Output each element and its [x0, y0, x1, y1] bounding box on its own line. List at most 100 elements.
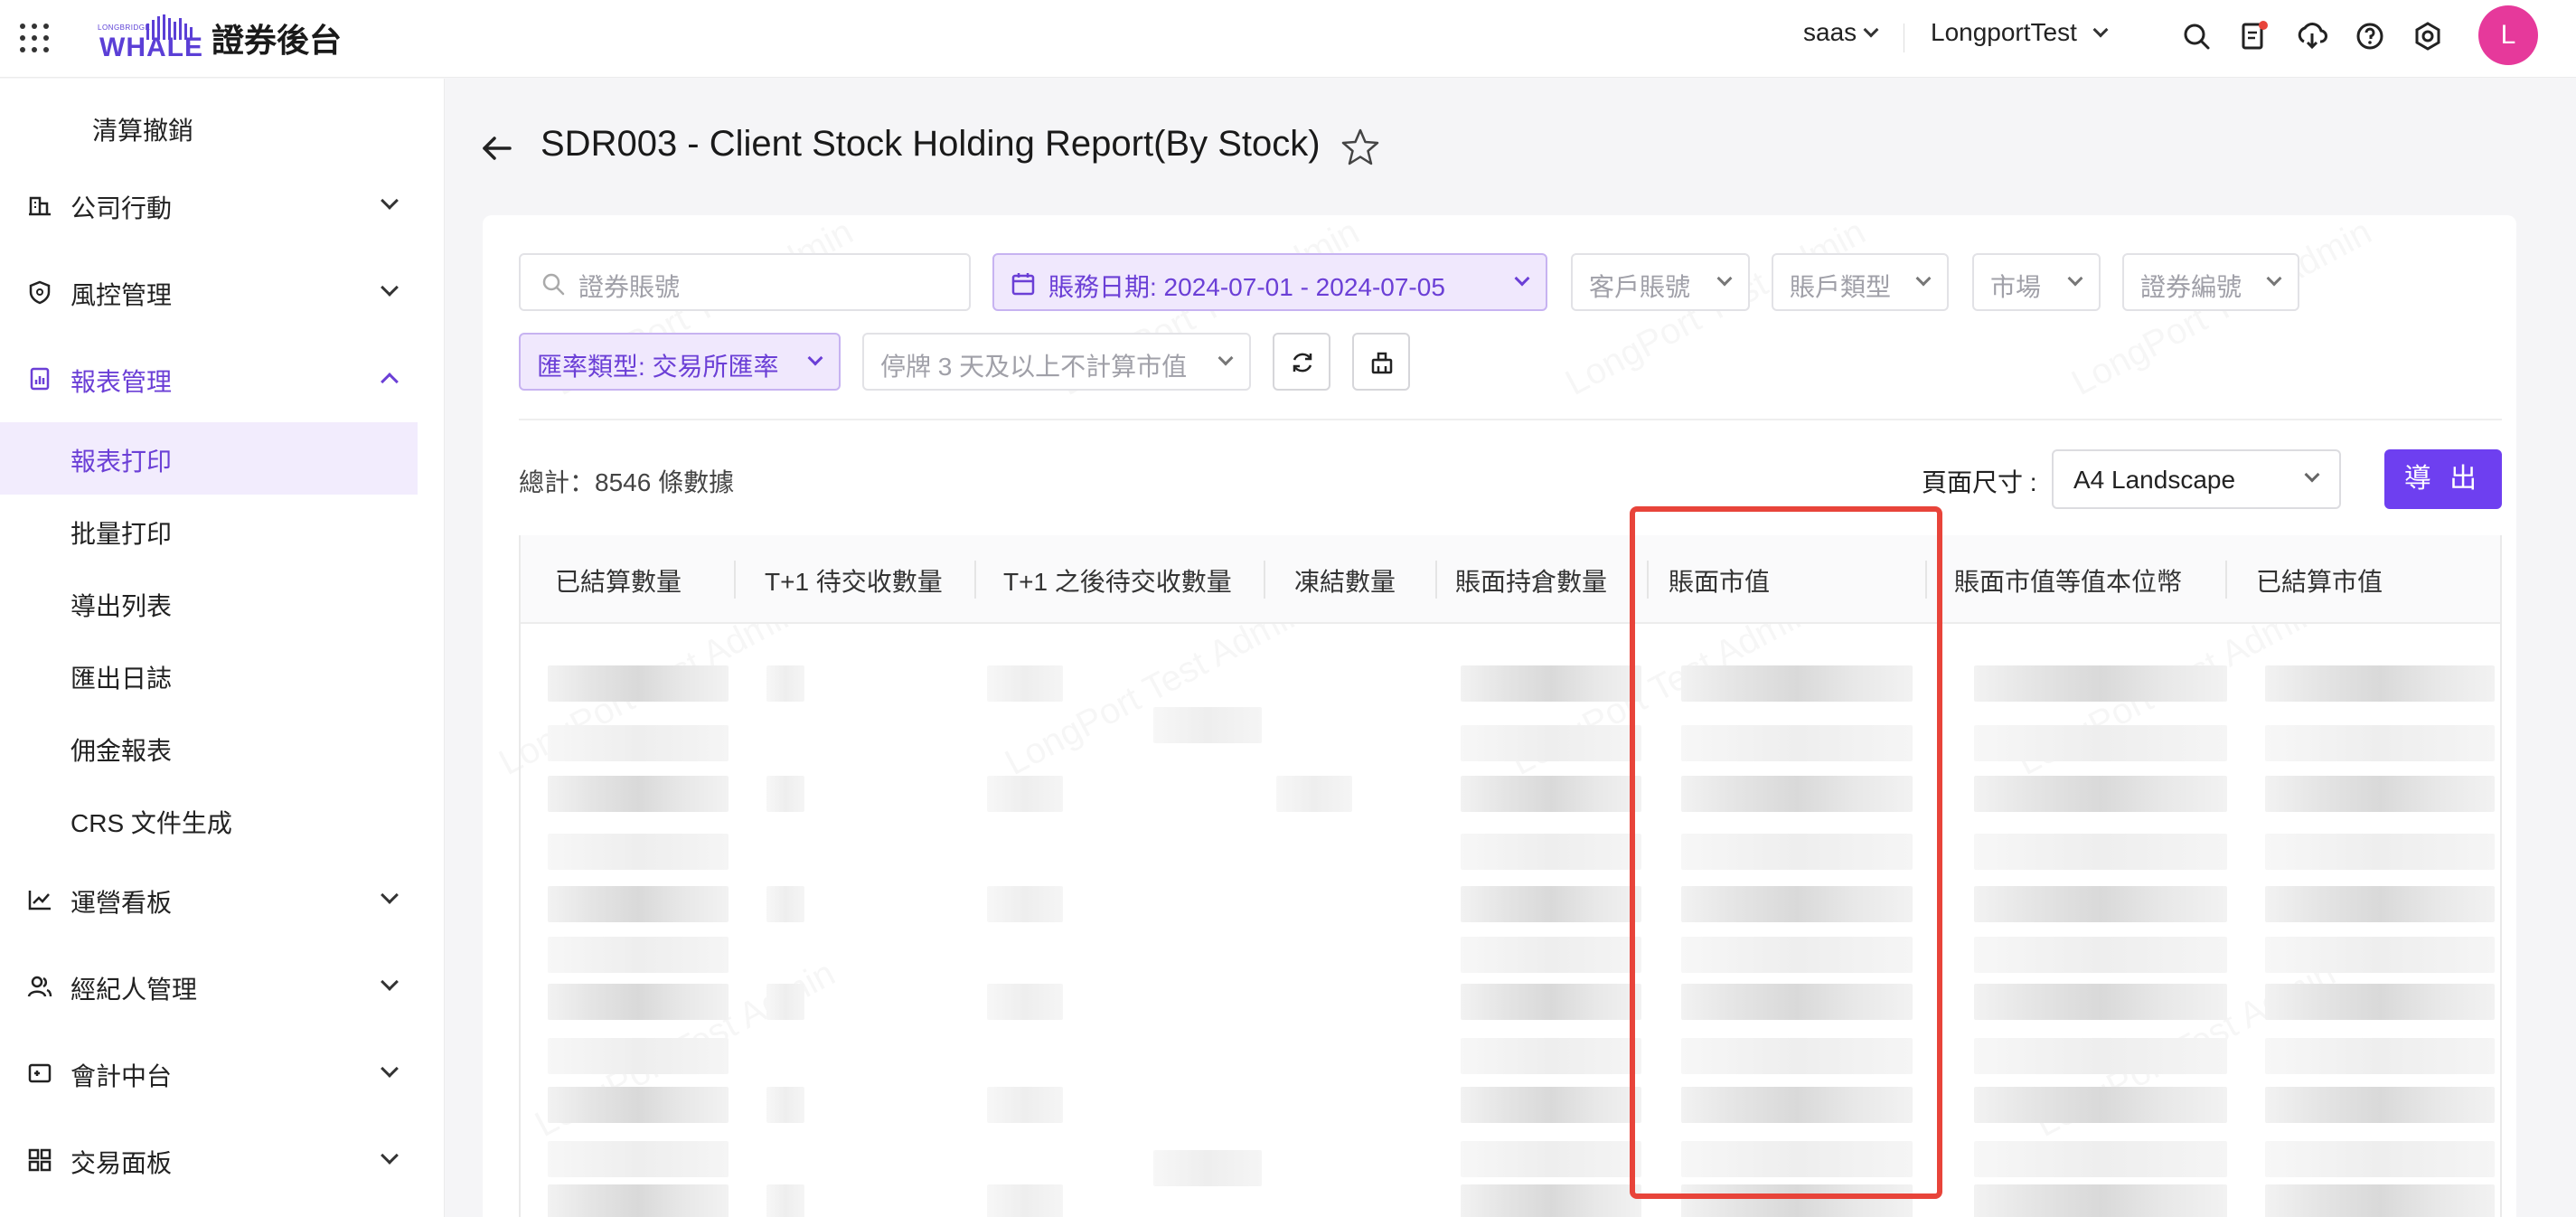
sidebar-item-export-log[interactable]: 匯出日誌	[0, 639, 418, 712]
security-code-filter[interactable]: 證券編號	[2122, 253, 2299, 311]
sidebar-group-label: 報表管理	[71, 368, 173, 396]
chevron-down-icon	[2067, 270, 2083, 287]
sidebar-group-label: 風控管理	[71, 281, 173, 309]
blurred-cell	[1461, 937, 1641, 973]
page-size-select[interactable]: A4 Landscape	[2052, 449, 2341, 509]
sidebar-group-accounting[interactable]: 會計中台	[0, 1037, 418, 1109]
blurred-cell	[548, 886, 729, 922]
export-button[interactable]: 導 出	[2384, 449, 2502, 509]
sidebar-group-label: 公司行動	[71, 194, 173, 222]
logo-main-text: WHALE	[99, 33, 203, 62]
back-arrow-icon[interactable]	[479, 130, 515, 166]
sidebar-group-operations[interactable]: 運營看板	[0, 863, 418, 936]
column-header-book-market-value[interactable]: 賬面市值	[1669, 562, 1770, 599]
chevron-down-icon	[2304, 467, 2320, 483]
column-header[interactable]: T+1 之後待交收數量	[1003, 562, 1232, 599]
filter-label: 證券編號	[2140, 273, 2242, 301]
blurred-cell	[2265, 725, 2495, 761]
blurred-cell	[548, 725, 729, 761]
blurred-cell	[1681, 834, 1913, 870]
sidebar-item-commission-report[interactable]: 佣金報表	[0, 712, 418, 784]
sidebar: 清算撤銷 公司行動 風控管理 報表管理 報表打印 批量打印 導出列表 匯出日誌 …	[0, 79, 445, 1217]
blurred-cell	[2265, 1184, 2495, 1217]
client-account-filter[interactable]: 客戶賬號	[1571, 253, 1750, 311]
blurred-cell	[2265, 984, 2495, 1020]
settings-icon[interactable]	[2411, 20, 2444, 52]
column-header[interactable]: 賬面市值等值本位幣	[1954, 562, 2182, 599]
chevron-down-icon	[381, 886, 399, 904]
sidebar-group-label: 經紀人管理	[71, 976, 198, 1004]
column-header[interactable]: T+1 待交收數量	[765, 562, 943, 599]
account-dropdown[interactable]: LongportTest	[1931, 18, 2109, 47]
sidebar-group-reports[interactable]: 報表管理	[0, 343, 418, 415]
download-icon[interactable]	[2296, 20, 2328, 52]
blurred-cell	[1974, 665, 2227, 702]
blurred-cell	[1153, 1150, 1262, 1186]
suspension-filter[interactable]: 停牌 3 天及以上不計算市值	[862, 333, 1251, 391]
filter-divider	[519, 419, 2502, 420]
page-size-label: 頁面尺寸 :	[1922, 468, 2037, 496]
sidebar-group-label: 會計中台	[71, 1062, 173, 1090]
blurred-cell	[548, 834, 729, 870]
column-header[interactable]: 已結算市值	[2256, 562, 2383, 599]
account-label: LongportTest	[1931, 18, 2077, 46]
clear-filters-button[interactable]	[1352, 333, 1410, 391]
avatar[interactable]: L	[2478, 5, 2538, 65]
column-header[interactable]: 已結算數量	[555, 562, 682, 599]
market-filter[interactable]: 市場	[1972, 253, 2101, 311]
blurred-cell	[2265, 834, 2495, 870]
fx-type-filter[interactable]: 匯率類型: 交易所匯率	[519, 333, 841, 391]
search-icon	[542, 273, 565, 296]
blurred-cell	[1461, 1184, 1641, 1217]
chevron-down-icon	[1915, 270, 1932, 287]
sidebar-item-export-list[interactable]: 導出列表	[0, 567, 418, 639]
filter-label: 客戶賬號	[1589, 273, 1691, 301]
search-placeholder: 證券賬號	[578, 273, 681, 301]
users-icon	[27, 976, 52, 997]
column-header[interactable]: 賬面持倉數量	[1455, 562, 1607, 599]
security-account-search[interactable]: 證券賬號	[519, 253, 971, 311]
app-launcher-icon[interactable]	[20, 24, 49, 52]
help-icon[interactable]	[2354, 20, 2386, 52]
tenant-dropdown[interactable]: saas	[1803, 18, 1879, 47]
account-type-filter[interactable]: 賬戶類型	[1772, 253, 1949, 311]
blurred-cell	[766, 776, 804, 812]
building-icon	[29, 196, 51, 216]
sidebar-group-trading[interactable]: 交易面板	[0, 1124, 418, 1196]
sidebar-item-batch-print[interactable]: 批量打印	[0, 495, 418, 567]
blurred-cell	[987, 984, 1063, 1020]
date-range-filter[interactable]: 賬務日期: 2024-07-01 - 2024-07-05	[992, 253, 1547, 311]
column-divider	[1925, 561, 1927, 599]
star-icon[interactable]	[1340, 127, 1381, 168]
sidebar-item-label: 批量打印	[71, 520, 173, 548]
document-notification-icon[interactable]	[2238, 20, 2270, 52]
refresh-button[interactable]	[1273, 333, 1330, 391]
sidebar-group-risk[interactable]: 風控管理	[0, 256, 418, 328]
sidebar-item-clearing-cancel[interactable]: 清算撤銷	[0, 91, 418, 164]
chevron-up-icon	[381, 373, 399, 391]
column-header[interactable]: 凍結數量	[1294, 562, 1396, 599]
blurred-cell	[1681, 1038, 1913, 1074]
filter-label: 市場	[1990, 273, 2042, 301]
sidebar-item-label: CRS 文件生成	[71, 809, 232, 837]
blurred-cell	[1974, 834, 2227, 870]
blurred-cell	[1681, 937, 1913, 973]
chevron-down-icon	[1716, 270, 1733, 287]
blurred-cell	[1974, 776, 2227, 812]
sidebar-group-corporate-actions[interactable]: 公司行動	[0, 169, 418, 241]
search-icon[interactable]	[2180, 20, 2213, 52]
blurred-cell	[548, 665, 729, 702]
blurred-cell	[1974, 725, 2227, 761]
sidebar-item-report-print[interactable]: 報表打印	[0, 422, 418, 495]
blurred-cell	[1974, 937, 2227, 973]
blurred-cell	[987, 665, 1063, 702]
blurred-cell	[1461, 886, 1641, 922]
sidebar-item-crs[interactable]: CRS 文件生成	[0, 784, 418, 856]
top-bar: LONGBRIDGE WHALE 證券後台 saas LongportTest …	[0, 0, 2576, 78]
blurred-cell	[1681, 1087, 1913, 1123]
blurred-cell	[1681, 1184, 1913, 1217]
table-header: 已結算數量 T+1 待交收數量 T+1 之後待交收數量 凍結數量 賬面持倉數量 …	[521, 535, 2500, 624]
total-count: 總計：8546 條數據	[519, 468, 735, 496]
sidebar-group-brokers[interactable]: 經紀人管理	[0, 950, 418, 1023]
blurred-cell	[766, 1087, 804, 1123]
